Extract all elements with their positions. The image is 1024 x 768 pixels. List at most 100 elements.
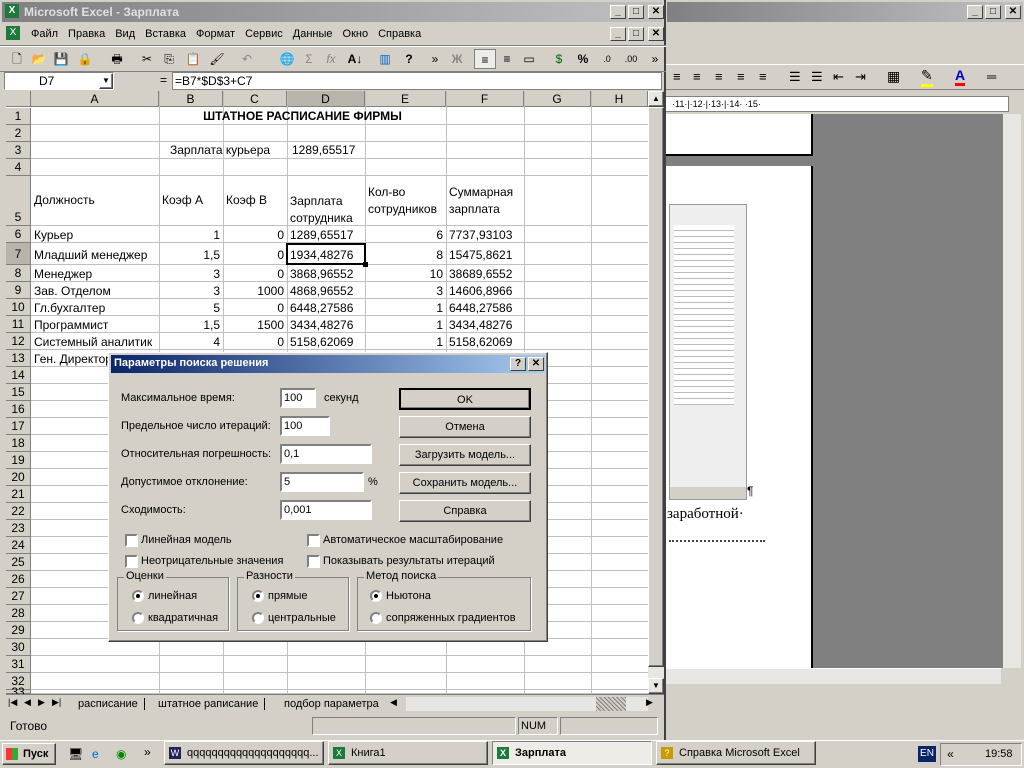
- row-header[interactable]: 24: [6, 537, 31, 554]
- tab-last-icon[interactable]: ▶|: [52, 697, 61, 708]
- row-header[interactable]: 18: [6, 435, 31, 452]
- language-indicator[interactable]: EN: [918, 746, 936, 762]
- header-total-1[interactable]: Суммарная: [449, 184, 513, 201]
- col-header-d[interactable]: D: [287, 91, 365, 107]
- row-header[interactable]: 17: [6, 418, 31, 435]
- hscroll-right-icon[interactable]: ▶: [646, 697, 653, 708]
- paste-icon[interactable]: 📋: [182, 49, 204, 69]
- col-header-b[interactable]: B: [159, 91, 223, 107]
- cell-coef-a[interactable]: 5: [159, 300, 220, 317]
- load-model-button[interactable]: Загрузить модель...: [399, 444, 531, 466]
- cell-position[interactable]: Менеджер: [34, 266, 158, 283]
- bullets-icon[interactable]: ☰: [811, 69, 823, 85]
- align-left-icon[interactable]: ≡: [673, 69, 681, 84]
- task-book1[interactable]: X Книга1: [328, 741, 488, 765]
- cell-salary[interactable]: 6448,27586: [290, 300, 364, 317]
- row-header[interactable]: 26: [6, 571, 31, 588]
- menu-help[interactable]: Справка: [373, 25, 426, 43]
- close-icon[interactable]: ✕: [528, 357, 544, 371]
- cell-position[interactable]: Системный аналитик: [34, 334, 158, 351]
- auto-scaling-checkbox[interactable]: [307, 534, 320, 547]
- highlight-icon[interactable]: ✎: [921, 67, 933, 87]
- row-header[interactable]: 23: [6, 520, 31, 537]
- tab-prev-icon[interactable]: ◀: [24, 697, 31, 708]
- save-model-button[interactable]: Сохранить модель...: [399, 472, 531, 494]
- fill-handle[interactable]: [363, 262, 368, 267]
- estimates-linear-radio[interactable]: [132, 590, 144, 602]
- cell-position[interactable]: Курьер: [34, 227, 158, 244]
- row-header[interactable]: 10: [6, 299, 31, 316]
- maximize-icon[interactable]: □: [628, 5, 644, 19]
- courier-label[interactable]: Зарплата курьера: [170, 142, 287, 159]
- cell-coef-b[interactable]: 0: [223, 227, 284, 244]
- menu-data[interactable]: Данные: [288, 25, 338, 43]
- tab-split-icon[interactable]: ◀: [390, 697, 397, 708]
- tab-first-icon[interactable]: |◀: [8, 697, 17, 708]
- cell-count[interactable]: 1: [365, 334, 443, 351]
- restore-icon[interactable]: □: [985, 5, 1001, 19]
- col-header-h[interactable]: H: [591, 91, 648, 107]
- row-header[interactable]: 22: [6, 503, 31, 520]
- cell-coef-a[interactable]: 3: [159, 266, 220, 283]
- tab-sheet-2[interactable]: штатное раписание: [152, 698, 266, 710]
- row-header[interactable]: 27: [6, 588, 31, 605]
- cell-total[interactable]: 38689,6552: [449, 266, 523, 283]
- menu-view[interactable]: Вид: [110, 25, 140, 43]
- cell-coef-b[interactable]: 1000: [223, 283, 284, 300]
- task-word[interactable]: Wqqqqqqqqqqqqqqqqqqqq...: [164, 741, 324, 765]
- hscroll-left-icon[interactable]: [596, 697, 626, 711]
- cell-count[interactable]: 1: [365, 317, 443, 334]
- derivatives-central-radio[interactable]: [252, 612, 264, 624]
- currency-icon[interactable]: $: [548, 49, 570, 69]
- merge-icon[interactable]: ▭: [518, 49, 540, 69]
- align-center-icon[interactable]: ≡: [496, 49, 518, 69]
- formula-input[interactable]: =B7*$D$3+C7: [172, 72, 662, 90]
- function-icon[interactable]: fx: [320, 49, 342, 69]
- numbering-icon[interactable]: ☰: [789, 69, 801, 85]
- decrease-indent-icon[interactable]: ⇤: [833, 69, 844, 85]
- row-header[interactable]: 2: [6, 125, 31, 142]
- cell-salary[interactable]: 4868,96552: [290, 283, 364, 300]
- word-hscrollbar[interactable]: [665, 668, 1001, 684]
- more-icon[interactable]: »: [644, 49, 666, 69]
- borders-icon[interactable]: ▦: [887, 68, 900, 85]
- workbook-icon[interactable]: X: [6, 26, 20, 40]
- tray-arrow-icon[interactable]: »: [947, 747, 954, 761]
- percent-icon[interactable]: %: [572, 49, 594, 69]
- cell-salary[interactable]: 3868,96552: [290, 266, 364, 283]
- print-icon[interactable]: 🖶: [106, 49, 128, 69]
- row-header[interactable]: 16: [6, 401, 31, 418]
- col-header-g[interactable]: G: [524, 91, 591, 107]
- row-header[interactable]: 1: [6, 108, 31, 125]
- cell-coef-b[interactable]: 0: [223, 300, 284, 317]
- increase-decimal-icon[interactable]: .0: [596, 49, 618, 69]
- menu-insert[interactable]: Вставка: [140, 25, 191, 43]
- quicklaunch-media-icon[interactable]: ◉: [116, 747, 126, 761]
- row-header[interactable]: 6: [6, 226, 31, 243]
- task-salary[interactable]: X Зарплата: [492, 741, 652, 765]
- menu-edit[interactable]: Правка: [63, 25, 110, 43]
- row-header[interactable]: 19: [6, 452, 31, 469]
- row-header[interactable]: 13: [6, 350, 31, 367]
- cell-position[interactable]: Программист: [34, 317, 158, 334]
- row-header[interactable]: 20: [6, 469, 31, 486]
- derivatives-forward-radio[interactable]: [252, 590, 264, 602]
- col-header-a[interactable]: A: [31, 91, 159, 107]
- cell-coef-a[interactable]: 3: [159, 283, 220, 300]
- row-header[interactable]: 9: [6, 282, 31, 299]
- ok-button[interactable]: OK: [399, 388, 531, 410]
- cell-count[interactable]: 8: [365, 247, 443, 264]
- autosum-icon[interactable]: Σ: [298, 49, 320, 69]
- active-cell-d7[interactable]: [286, 243, 366, 265]
- row-header[interactable]: 25: [6, 554, 31, 571]
- cut-icon[interactable]: ✂: [136, 49, 158, 69]
- word-scroll-down-icon[interactable]: [1003, 634, 1021, 650]
- cell-coef-b[interactable]: 0: [223, 266, 284, 283]
- show-iterations-checkbox[interactable]: [307, 555, 320, 568]
- scroll-down-icon[interactable]: ▼: [648, 678, 664, 694]
- row-header[interactable]: 12: [6, 333, 31, 350]
- undo-icon[interactable]: ↶: [236, 49, 258, 69]
- menu-format[interactable]: Формат: [191, 25, 240, 43]
- cell-total[interactable]: 3434,48276: [449, 317, 523, 334]
- hyperlink-icon[interactable]: 🌐: [276, 49, 298, 69]
